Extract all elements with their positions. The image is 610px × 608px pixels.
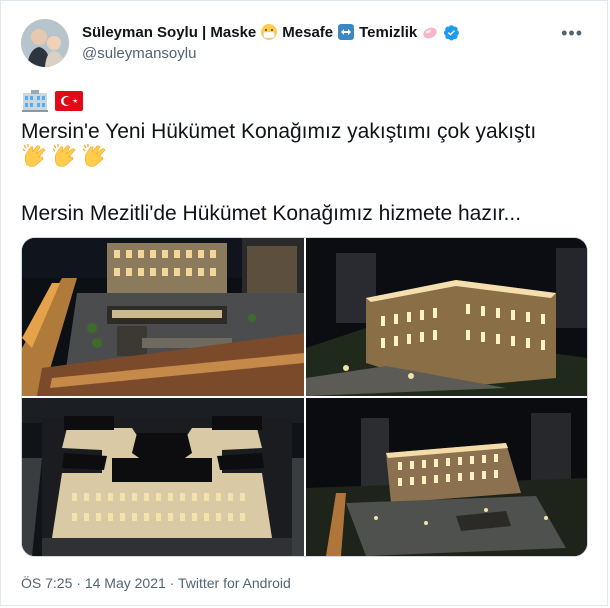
author-name-row[interactable]: Süleyman Soylu | Maske Mesafe Temizlik <box>82 23 460 41</box>
clapping-hands-emoji-icon <box>82 144 106 167</box>
photo-2[interactable] <box>306 238 587 396</box>
author-name-temizlik: Temizlik <box>359 23 418 41</box>
meta-separator: · <box>165 575 178 591</box>
clapping-hands-emoji-icon <box>22 144 46 167</box>
photo-1[interactable] <box>22 238 304 396</box>
tweet-time[interactable]: ÖS 7:25 <box>21 575 72 591</box>
clapping-hands-emoji-icon <box>52 144 76 167</box>
soap-emoji-icon <box>423 27 437 39</box>
author-name-mesafe: Mesafe <box>282 23 334 41</box>
tweet-text-line1: Mersin'e Yeni Hükümet Konağımız yakıştım… <box>21 120 537 143</box>
tweet-client[interactable]: Twitter for Android <box>178 575 291 591</box>
meta-separator: · <box>72 575 85 591</box>
building-emoji-icon <box>22 90 48 112</box>
author-name: Süleyman Soylu | Maske <box>82 23 257 41</box>
verified-badge-icon <box>444 24 460 40</box>
tweet-meta: ÖS 7:25 · 14 May 2021 · Twitter for Andr… <box>21 575 291 591</box>
tweet-date[interactable]: 14 May 2021 <box>85 575 166 591</box>
photo-4[interactable] <box>306 398 587 556</box>
tweet-card: Süleyman Soylu | Maske Mesafe Temizlik @… <box>0 0 608 606</box>
photo-3[interactable] <box>22 398 304 556</box>
turkey-flag-icon <box>55 91 83 111</box>
clap-emoji-row <box>21 143 109 169</box>
media-grid <box>21 237 588 557</box>
author-handle[interactable]: @suleymansoylu <box>82 45 196 62</box>
left-right-arrow-emoji-icon <box>338 24 355 40</box>
more-options-icon[interactable]: ••• <box>561 23 583 44</box>
mask-emoji-icon <box>261 24 278 40</box>
emoji-row <box>21 89 83 113</box>
avatar[interactable] <box>21 19 69 67</box>
tweet-text-line2: Mersin Mezitli'de Hükümet Konağımız hizm… <box>21 202 522 225</box>
